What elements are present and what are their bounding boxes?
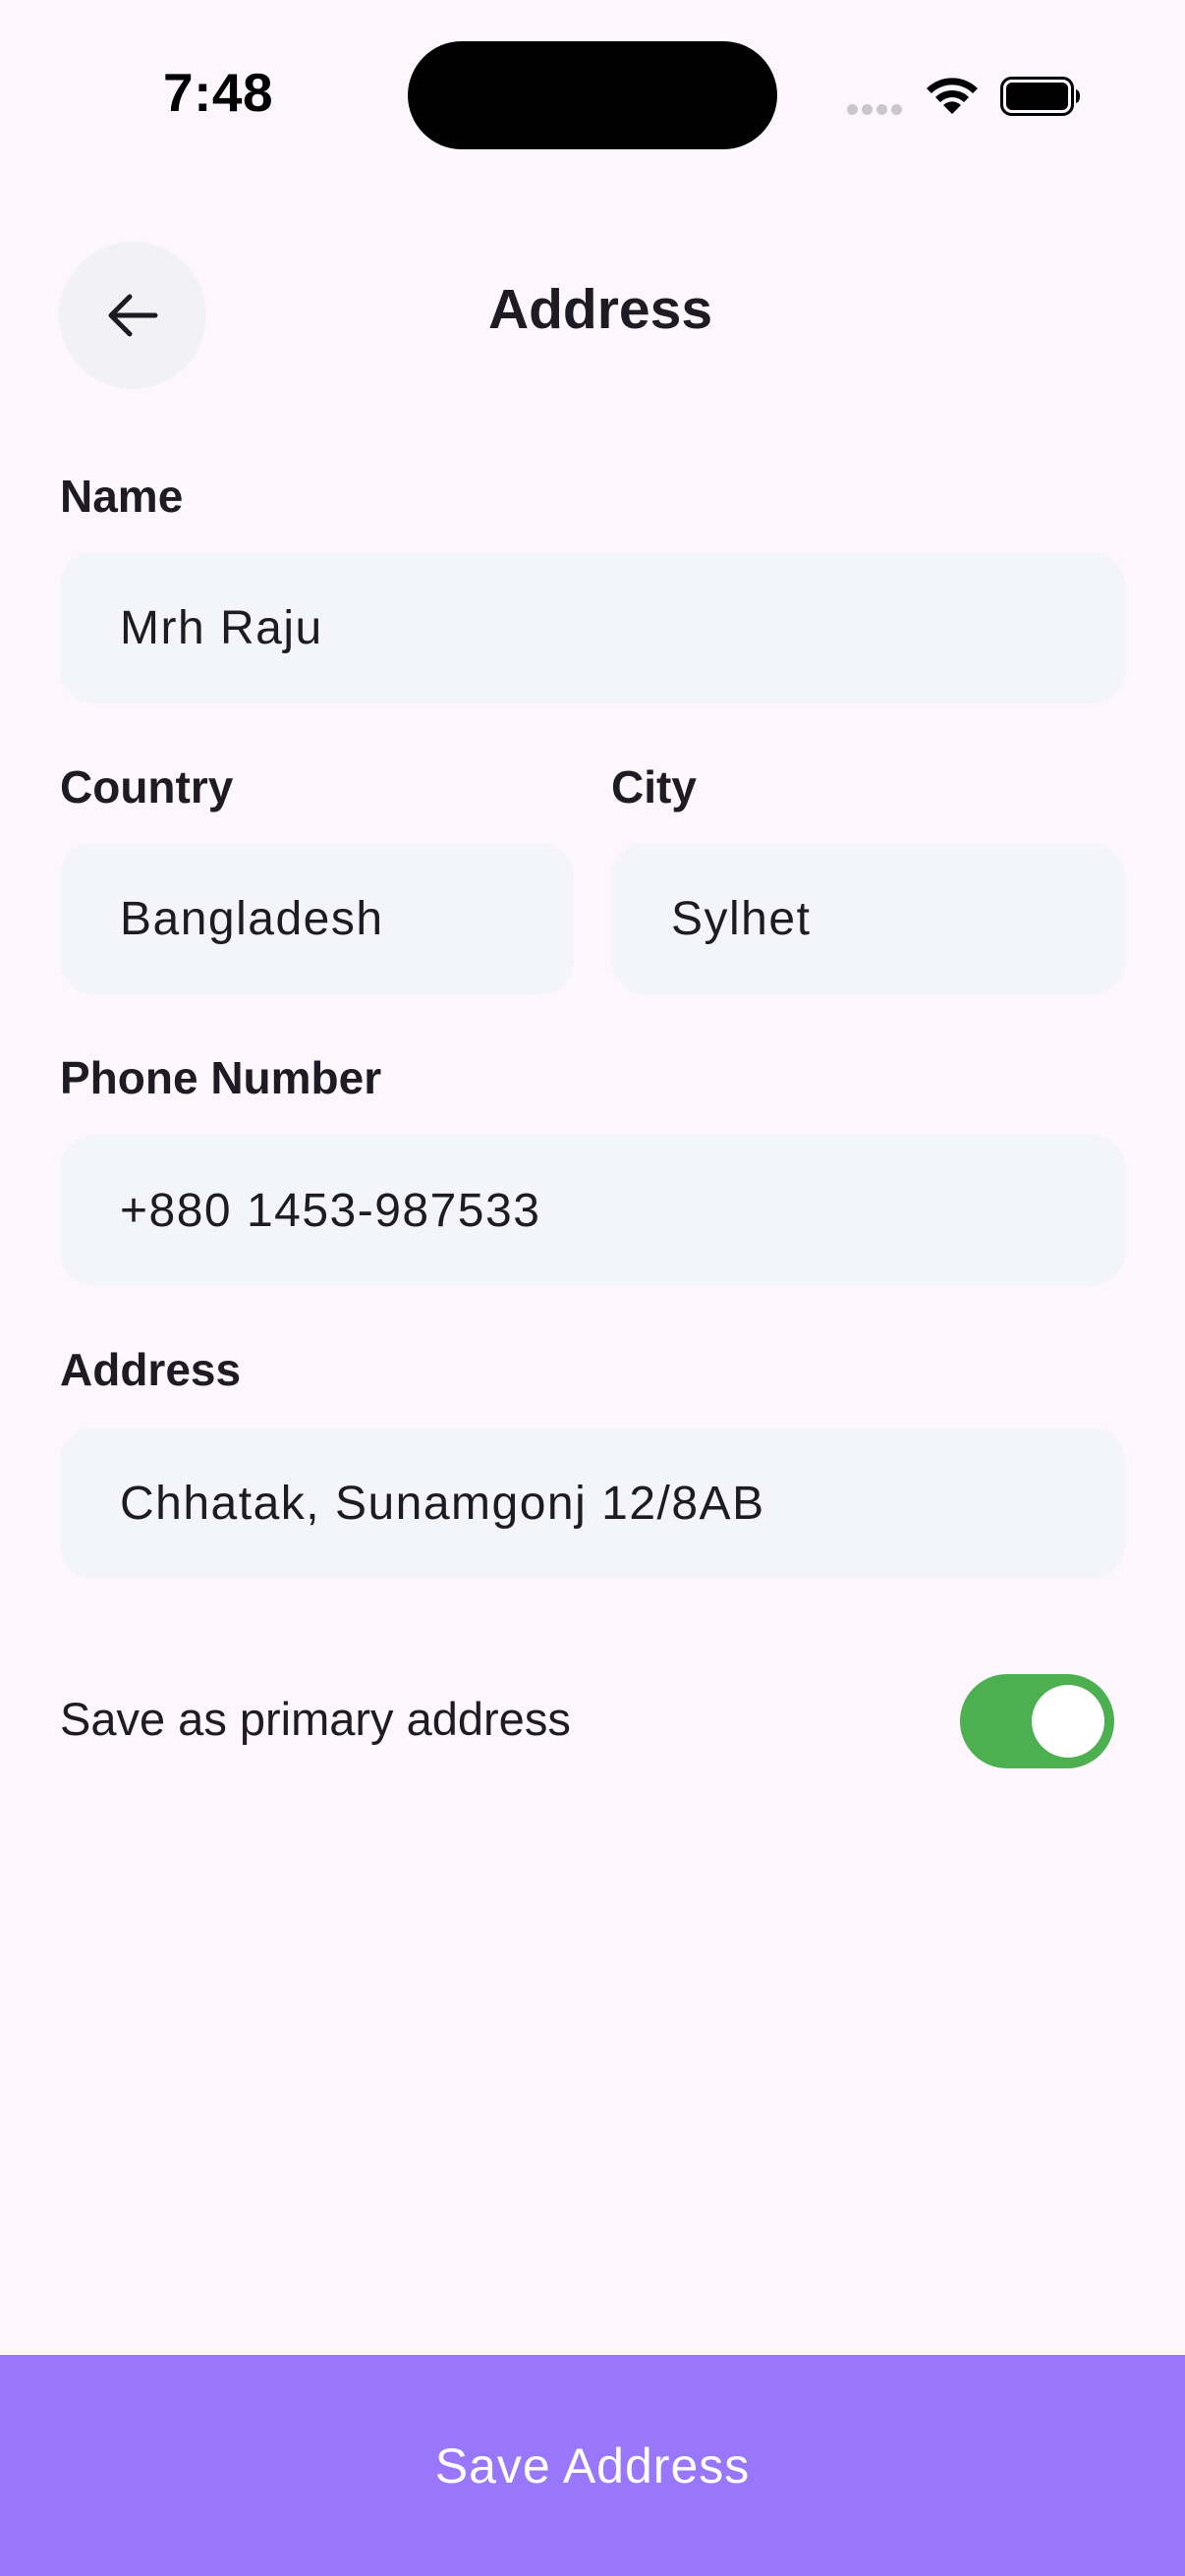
- save-address-button[interactable]: Save Address: [0, 2355, 1185, 2576]
- address-label: Address: [60, 1344, 242, 1395]
- status-time: 7:48: [163, 62, 274, 123]
- wifi-icon: [927, 78, 978, 114]
- city-label: City: [611, 761, 697, 812]
- country-label: Country: [60, 761, 234, 812]
- dynamic-island: [408, 41, 777, 149]
- address-screen: 7:48 Address Name Mrh Raju Country Bangl…: [0, 0, 1185, 2576]
- city-field[interactable]: Sylhet: [611, 843, 1125, 994]
- primary-address-toggle[interactable]: [960, 1674, 1114, 1768]
- phone-field[interactable]: +880 1453-987533: [60, 1135, 1125, 1286]
- toggle-knob: [1032, 1685, 1104, 1758]
- name-label: Name: [60, 471, 184, 522]
- cellular-signal-icon: [847, 102, 906, 116]
- primary-address-label: Save as primary address: [60, 1693, 571, 1745]
- phone-label: Phone Number: [60, 1052, 382, 1103]
- battery-icon: [1000, 77, 1080, 116]
- address-field[interactable]: Chhatak, Sunamgonj 12/8AB: [60, 1428, 1125, 1579]
- page-title: Address: [487, 278, 713, 341]
- country-field[interactable]: Bangladesh: [60, 843, 574, 994]
- name-field[interactable]: Mrh Raju: [60, 552, 1125, 703]
